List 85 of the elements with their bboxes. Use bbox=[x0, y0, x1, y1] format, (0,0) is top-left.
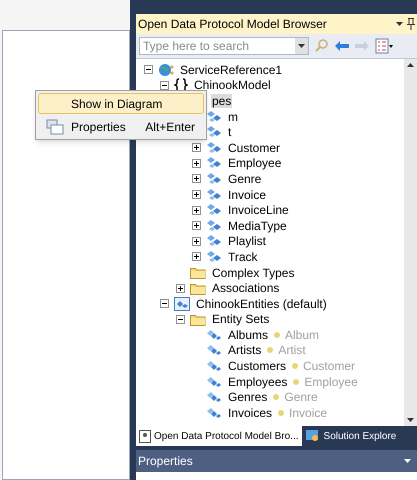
dropdown-button[interactable] bbox=[295, 38, 308, 54]
tree-item[interactable]: Employees bbox=[227, 374, 288, 389]
braces-icon bbox=[174, 78, 188, 92]
folder-icon bbox=[190, 266, 206, 280]
checklist-icon[interactable] bbox=[375, 38, 393, 54]
entity-icon bbox=[206, 234, 222, 248]
tree-item[interactable]: m bbox=[227, 110, 239, 124]
tree-item[interactable]: Customer bbox=[227, 140, 282, 155]
entity-icon bbox=[206, 140, 222, 155]
globe-icon bbox=[158, 62, 174, 77]
panel-tab[interactable]: Solution Explore bbox=[302, 426, 400, 446]
entity-type-label: Genre bbox=[284, 389, 318, 406]
tree-item[interactable]: Albums bbox=[227, 328, 270, 342]
scrollbar[interactable] bbox=[404, 59, 417, 426]
panel-tab[interactable]: Open Data Protocol Model Bro... bbox=[136, 426, 302, 446]
entity-icon bbox=[206, 125, 222, 140]
entity-type-label: Customer bbox=[303, 358, 356, 376]
scroll-up-icon[interactable] bbox=[407, 63, 414, 67]
shortcut-text: Alt+Enter bbox=[145, 118, 196, 136]
tree-item[interactable]: InvoiceLine bbox=[227, 203, 290, 218]
entity-type-label: Artist bbox=[278, 342, 306, 360]
entity-icon bbox=[206, 218, 222, 233]
tree-item[interactable]: Entity Sets bbox=[211, 312, 270, 326]
properties-icon bbox=[46, 118, 64, 134]
collapse-toggle[interactable] bbox=[144, 65, 153, 74]
expand-toggle[interactable] bbox=[192, 206, 201, 215]
entity-set-icon bbox=[206, 406, 222, 420]
caret-icon bbox=[298, 44, 305, 48]
tree-item[interactable]: t bbox=[227, 125, 232, 140]
tree-item[interactable]: Customers bbox=[227, 359, 288, 374]
entity-icon bbox=[206, 203, 222, 218]
search-field[interactable]: Type here to search bbox=[139, 37, 309, 55]
tree-item[interactable]: ServiceReference1 bbox=[179, 62, 284, 77]
expand-toggle[interactable] bbox=[192, 190, 201, 200]
tree-item[interactable]: Associations bbox=[211, 281, 280, 296]
menu-item[interactable]: Show in Diagram bbox=[38, 93, 204, 114]
tree-item[interactable]: Invoice bbox=[227, 188, 268, 202]
expand-toggle[interactable] bbox=[192, 252, 201, 262]
folder-icon bbox=[190, 282, 206, 295]
entity-icon bbox=[206, 110, 222, 124]
entity-set-icon bbox=[206, 359, 222, 374]
expand-toggle[interactable] bbox=[192, 143, 201, 152]
collapse-toggle[interactable] bbox=[176, 314, 185, 324]
expand-toggle[interactable] bbox=[176, 284, 185, 293]
tree-item[interactable]: pes bbox=[211, 94, 232, 108]
tree-item[interactable]: MediaType bbox=[227, 218, 288, 233]
tree-item[interactable]: ChinookModel bbox=[193, 78, 272, 92]
entity-icon bbox=[206, 250, 222, 264]
tree-item[interactable]: Genre bbox=[227, 172, 262, 186]
tree-item[interactable]: Artists bbox=[227, 343, 262, 358]
expand-toggle[interactable] bbox=[192, 174, 201, 184]
expand-toggle[interactable] bbox=[192, 221, 201, 230]
tree-item[interactable]: Playlist bbox=[227, 234, 268, 248]
entity-set-icon bbox=[206, 374, 222, 389]
collapse-toggle[interactable] bbox=[160, 80, 169, 90]
explorer-icon bbox=[304, 429, 321, 443]
dropdown-icon[interactable] bbox=[396, 22, 403, 26]
back-arrow-icon[interactable] bbox=[335, 41, 349, 51]
entity-type-label: Employee bbox=[304, 374, 358, 391]
entity-set-icon bbox=[206, 390, 222, 404]
folder-icon bbox=[190, 312, 206, 326]
collapse-toggle[interactable] bbox=[160, 299, 169, 308]
tree-item[interactable]: Track bbox=[227, 250, 259, 264]
entity-icon bbox=[206, 156, 222, 170]
pin-icon[interactable] bbox=[407, 18, 415, 30]
expand-toggle[interactable] bbox=[192, 158, 201, 168]
expand-toggle[interactable] bbox=[192, 236, 201, 246]
tree-item[interactable]: ChinookEntities (default) bbox=[195, 296, 328, 311]
entity-type-label: Album bbox=[285, 326, 320, 344]
entity-set-icon bbox=[206, 328, 222, 342]
tree-item[interactable]: Genres bbox=[227, 390, 268, 404]
entity-icon bbox=[206, 188, 222, 202]
entity-set-icon bbox=[206, 343, 222, 358]
menu-item[interactable]: Properties Alt+Enter bbox=[38, 116, 204, 137]
tree-item[interactable]: Complex Types bbox=[211, 266, 296, 280]
entity-icon bbox=[206, 172, 222, 186]
tree-item[interactable]: Invoices bbox=[227, 406, 274, 420]
entity-container-icon bbox=[174, 296, 190, 311]
properties-title: Properties bbox=[138, 453, 194, 470]
entity-type-label: Invoice bbox=[289, 404, 328, 422]
tree-item[interactable]: Employee bbox=[227, 156, 282, 170]
dropdown-icon[interactable] bbox=[404, 459, 411, 463]
panel-title: Open Data Protocol Model Browser bbox=[138, 16, 328, 33]
scroll-down-icon[interactable] bbox=[407, 418, 414, 422]
document-icon bbox=[139, 430, 151, 442]
